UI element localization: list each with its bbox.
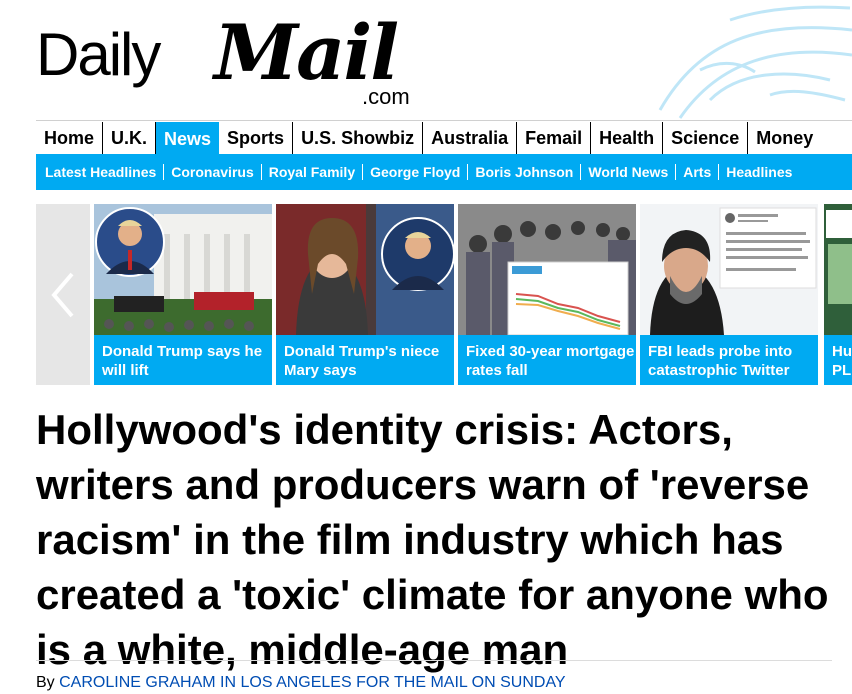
nav-uk[interactable]: U.K. bbox=[103, 122, 157, 154]
subnav-royal-family[interactable]: Royal Family bbox=[262, 164, 364, 180]
logo-daily-text: Daily bbox=[36, 21, 161, 88]
nav-home[interactable]: Home bbox=[36, 122, 104, 154]
nav-money[interactable]: Money bbox=[748, 122, 821, 154]
card-thumbnail-image bbox=[276, 204, 454, 335]
header-decoration-graphic bbox=[658, 5, 852, 119]
nav-health[interactable]: Health bbox=[591, 122, 664, 154]
carousel-card[interactable]: Hu PL bbox=[824, 204, 852, 385]
byline-author-link[interactable]: CAROLINE GRAHAM IN LOS ANGELES FOR THE M… bbox=[59, 674, 565, 691]
card-thumbnail-image bbox=[640, 204, 818, 335]
site-logo[interactable]: Daily Mail .com bbox=[36, 6, 436, 110]
chevron-left-icon bbox=[51, 272, 74, 317]
subnav-world-news[interactable]: World News bbox=[581, 164, 677, 180]
subnav-boris-johnson[interactable]: Boris Johnson bbox=[468, 164, 582, 180]
card-caption[interactable]: FBI leads probe into catastrophic Twitte… bbox=[640, 335, 818, 385]
card-caption[interactable]: Donald Trump says he will lift bbox=[94, 335, 272, 385]
byline-divider bbox=[36, 660, 832, 661]
subnav-arts[interactable]: Arts bbox=[676, 164, 720, 180]
article-headline: Hollywood's identity crisis: Actors, wri… bbox=[36, 406, 829, 673]
carousel-card[interactable]: Fixed 30-year mortgage rates fall bbox=[458, 204, 636, 385]
byline-prefix: By bbox=[36, 674, 55, 691]
carousel-prev-button[interactable] bbox=[36, 204, 90, 385]
nav-news[interactable]: News bbox=[156, 122, 220, 156]
nav-us-showbiz[interactable]: U.S. Showbiz bbox=[293, 122, 424, 154]
nav-australia[interactable]: Australia bbox=[423, 122, 518, 154]
card-caption[interactable]: Donald Trump's niece Mary says bbox=[276, 335, 454, 385]
carousel-card[interactable]: FBI leads probe into catastrophic Twitte… bbox=[640, 204, 818, 385]
card-thumbnail-image bbox=[824, 204, 852, 335]
nav-sports[interactable]: Sports bbox=[219, 122, 294, 154]
carousel-card[interactable]: Donald Trump says he will lift bbox=[94, 204, 272, 385]
subnav-coronavirus[interactable]: Coronavirus bbox=[164, 164, 262, 180]
secondary-nav: Latest Headlines Coronavirus Royal Famil… bbox=[36, 154, 852, 190]
subnav-headlines[interactable]: Headlines bbox=[719, 164, 799, 180]
logo-dotcom-text: .com bbox=[362, 84, 410, 109]
nav-femail[interactable]: Femail bbox=[517, 122, 592, 154]
card-thumbnail-image bbox=[458, 204, 636, 335]
nav-science[interactable]: Science bbox=[663, 122, 749, 154]
card-caption[interactable]: Hu PL bbox=[824, 335, 852, 385]
carousel-card[interactable]: Donald Trump's niece Mary says bbox=[276, 204, 454, 385]
card-caption[interactable]: Fixed 30-year mortgage rates fall bbox=[458, 335, 636, 385]
byline: By CAROLINE GRAHAM IN LOS ANGELES FOR TH… bbox=[36, 674, 566, 692]
subnav-latest-headlines[interactable]: Latest Headlines bbox=[38, 164, 165, 180]
primary-nav: Home U.K. News Sports U.S. Showbiz Austr… bbox=[36, 120, 852, 156]
news-carousel: Donald Trump says he will lift Donald Tr… bbox=[36, 204, 852, 385]
card-thumbnail-image bbox=[94, 204, 272, 335]
subnav-george-floyd[interactable]: George Floyd bbox=[363, 164, 469, 180]
